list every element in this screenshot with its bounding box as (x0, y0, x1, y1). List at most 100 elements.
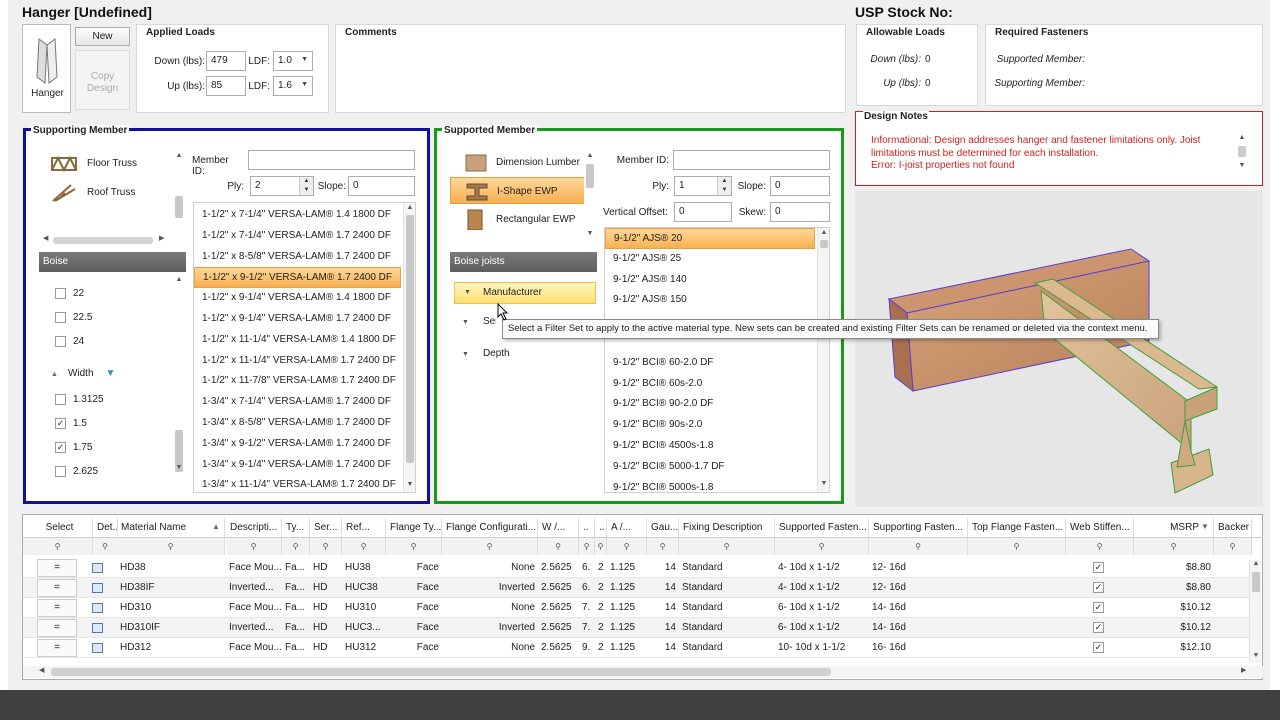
grid-column-filter[interactable]: ⚲ (679, 538, 775, 555)
grid-column-header[interactable]: .. (579, 518, 595, 537)
supported-material-item[interactable]: 9-1/2" BCI® 5000-1.7 DF (605, 457, 815, 478)
grid-column-filter[interactable]: ⚲ (23, 538, 93, 555)
grid-column-header[interactable]: W /... (538, 518, 579, 537)
grid-column-filter[interactable]: ⚲ (968, 538, 1066, 555)
grid-column-filter[interactable]: ⚲ (1134, 538, 1214, 555)
supported-material-item[interactable]: 9-1/2" AJS® 25 (605, 249, 815, 270)
supported-material-item[interactable]: 9-1/2" AJS® 20 (605, 228, 815, 249)
type-roof-truss[interactable]: Roof Truss (39, 181, 179, 205)
supported-slope-input[interactable]: 0 (770, 176, 830, 196)
grid-column-header[interactable]: Ty... (282, 518, 310, 537)
grid-column-header[interactable]: Gau... (647, 518, 679, 537)
supporting-material-item[interactable]: 1-3/4" x 9-1/4" VERSA-LAM® 1.7 2400 DF (194, 455, 401, 476)
supporting-material-item[interactable]: 1-1/2" x 11-1/4" VERSA-LAM® 1.7 2400 DF (194, 351, 401, 372)
vertical-offset-input[interactable]: 0 (674, 202, 732, 222)
grid-column-filter[interactable]: ⚲ (595, 538, 607, 555)
grid-column-header[interactable]: Flange Configurati... (442, 518, 538, 537)
web-stiffener-checkbox[interactable]: ✓ (1093, 582, 1104, 593)
supported-type-scrollbar[interactable]: ▲ ▼ (584, 152, 596, 242)
grid-column-header[interactable]: Flange Ty... (386, 518, 442, 537)
details-icon[interactable] (92, 583, 103, 593)
supporting-material-item[interactable]: 1-1/2" x 7-1/4" VERSA-LAM® 1.7 2400 DF (194, 226, 401, 247)
grid-column-header[interactable]: Material Name (117, 518, 225, 537)
supporting-material-item[interactable]: 1-1/2" x 11-1/4" VERSA-LAM® 1.4 1800 DF (194, 330, 401, 351)
supporting-material-item[interactable]: 1-1/2" x 11-7/8" VERSA-LAM® 1.7 2400 DF (194, 371, 401, 392)
down-input[interactable]: 479 (206, 51, 246, 71)
supporting-type-scrollbar[interactable]: ▲ (173, 152, 185, 252)
grid-column-header[interactable]: Ser... (310, 518, 342, 537)
grid-column-header[interactable]: Supported Fasten... (775, 518, 869, 537)
up-input[interactable]: 85 (206, 76, 246, 96)
supporting-material-item[interactable]: 1-1/2" x 9-1/4" VERSA-LAM® 1.4 1800 DF (194, 288, 401, 309)
filter-funnel-icon[interactable]: ▼ (1201, 522, 1209, 531)
details-icon[interactable] (92, 563, 103, 573)
supported-material-item[interactable]: 9-1/2" BCI® 60s-2.0 (605, 374, 815, 395)
grid-column-header[interactable]: A /... (607, 518, 647, 537)
grid-column-header[interactable]: Top Flange Fasten... (968, 518, 1066, 537)
width-filter-item[interactable]: 1.3125 (55, 394, 104, 405)
grid-column-filter[interactable]: ⚲ (386, 538, 442, 555)
supported-material-item[interactable]: 9-1/2" AJS® 150 (605, 290, 815, 311)
sort-ascending-icon[interactable]: ▲ (212, 522, 220, 531)
supported-material-scrollbar[interactable]: ▲ ▼ (817, 228, 829, 492)
grid-column-filter[interactable]: ⚲ (538, 538, 579, 555)
grid-cell-select[interactable]: = (37, 599, 77, 617)
grid-column-header[interactable]: Descripti... (226, 518, 282, 537)
supporting-type-hscroll[interactable]: ◀ ▶ (39, 234, 167, 246)
grid-column-filter[interactable]: ⚲ (310, 538, 342, 555)
3d-preview-viewport[interactable] (855, 191, 1263, 507)
filter-item[interactable]: 22.5 (55, 312, 92, 323)
grid-column-header[interactable]: Supporting Fasten... (869, 518, 968, 537)
grid-column-filter[interactable]: ⚲ (1214, 538, 1252, 555)
type-floor-truss[interactable]: Floor Truss (39, 152, 179, 176)
supported-material-item[interactable]: 9-1/2" BCI® 90-2.0 DF (605, 394, 815, 415)
supported-member-id-input[interactable] (673, 150, 830, 170)
type-i-shape-ewp[interactable]: I-Shape EWP (450, 177, 588, 204)
details-icon[interactable] (92, 603, 103, 613)
skew-input[interactable]: 0 (770, 202, 830, 222)
filter-item[interactable]: 22 (55, 288, 84, 299)
web-stiffener-checkbox[interactable]: ✓ (1093, 642, 1104, 653)
supporting-ply-input[interactable]: 2 ▲ ▼ (250, 176, 314, 196)
grid-column-filter[interactable]: ⚲ (93, 538, 118, 555)
grid-column-header[interactable]: Web Stiffen... (1066, 518, 1134, 537)
supporting-material-item[interactable]: 1-3/4" x 7-1/4" VERSA-LAM® 1.7 2400 DF (194, 392, 401, 413)
grid-column-filter[interactable]: ⚲ (226, 538, 282, 555)
comments-group[interactable]: Comments (335, 24, 846, 113)
manufacturer-filter-group[interactable]: ▼ Manufacturer (454, 282, 596, 304)
depth-filter-group[interactable]: ▼ Depth (462, 348, 510, 359)
supported-material-item[interactable]: 9-1/2" AJS® 140 (605, 270, 815, 291)
grid-cell-select[interactable]: = (37, 559, 77, 577)
grid-horizontal-scrollbar[interactable]: ◀ ▶ (23, 666, 1263, 678)
grid-column-header[interactable]: Fixing Description (679, 518, 775, 537)
copy-design-button[interactable]: Copy Design (75, 50, 130, 110)
type-dimension-lumber[interactable]: Dimension Lumber (450, 149, 588, 176)
grid-column-filter[interactable]: ⚲ (869, 538, 968, 555)
design-notes-scrollbar[interactable]: ▲ ▼ (1236, 134, 1248, 172)
grid-cell-select[interactable]: = (37, 639, 77, 657)
width-filter-item[interactable]: ✓ 1.5 (55, 418, 87, 429)
supporting-material-item[interactable]: 1-3/4" x 11-1/4" VERSA-LAM® 1.7 2400 DF (194, 475, 401, 492)
supporting-filters-scrollbar[interactable]: ▲ ▼ (173, 276, 185, 476)
supporting-slope-input[interactable]: 0 (348, 176, 415, 196)
grid-vertical-scrollbar[interactable]: ▲ ▼ (1249, 560, 1261, 663)
supported-material-item[interactable]: 9-1/2" BCI® 90s-2.0 (605, 415, 815, 436)
grid-column-filter[interactable]: ⚲ (442, 538, 538, 555)
grid-column-filter[interactable]: ⚲ (579, 538, 595, 555)
supported-material-item[interactable]: 9-1/2" BCI® 60-2.0 DF (605, 353, 815, 374)
supporting-material-item[interactable]: 1-1/2" x 8-5/8" VERSA-LAM® 1.7 2400 DF (194, 247, 401, 268)
supported-ply-input[interactable]: 1 ▲ ▼ (674, 176, 732, 196)
supporting-material-item[interactable]: 1-1/2" x 9-1/2" VERSA-LAM® 1.7 2400 DF (194, 267, 401, 289)
grid-column-filter[interactable]: ⚲ (775, 538, 869, 555)
details-icon[interactable] (92, 623, 103, 633)
web-stiffener-checkbox[interactable]: ✓ (1093, 562, 1104, 573)
supporting-member-id-input[interactable] (248, 150, 415, 170)
grid-column-filter[interactable]: ⚲ (342, 538, 386, 555)
supporting-filter-set-bar[interactable]: Boise (39, 252, 186, 272)
supporting-material-item[interactable]: 1-3/4" x 8-5/8" VERSA-LAM® 1.7 2400 DF (194, 413, 401, 434)
new-button[interactable]: New (75, 27, 130, 46)
grid-column-filter[interactable]: ⚲ (607, 538, 647, 555)
grid-column-filter[interactable]: ⚲ (282, 538, 310, 555)
supported-material-item[interactable]: 9-1/2" BCI® 5000s-1.8 (605, 478, 815, 492)
width-filter-item[interactable]: ✓ 1.75 (55, 442, 92, 453)
